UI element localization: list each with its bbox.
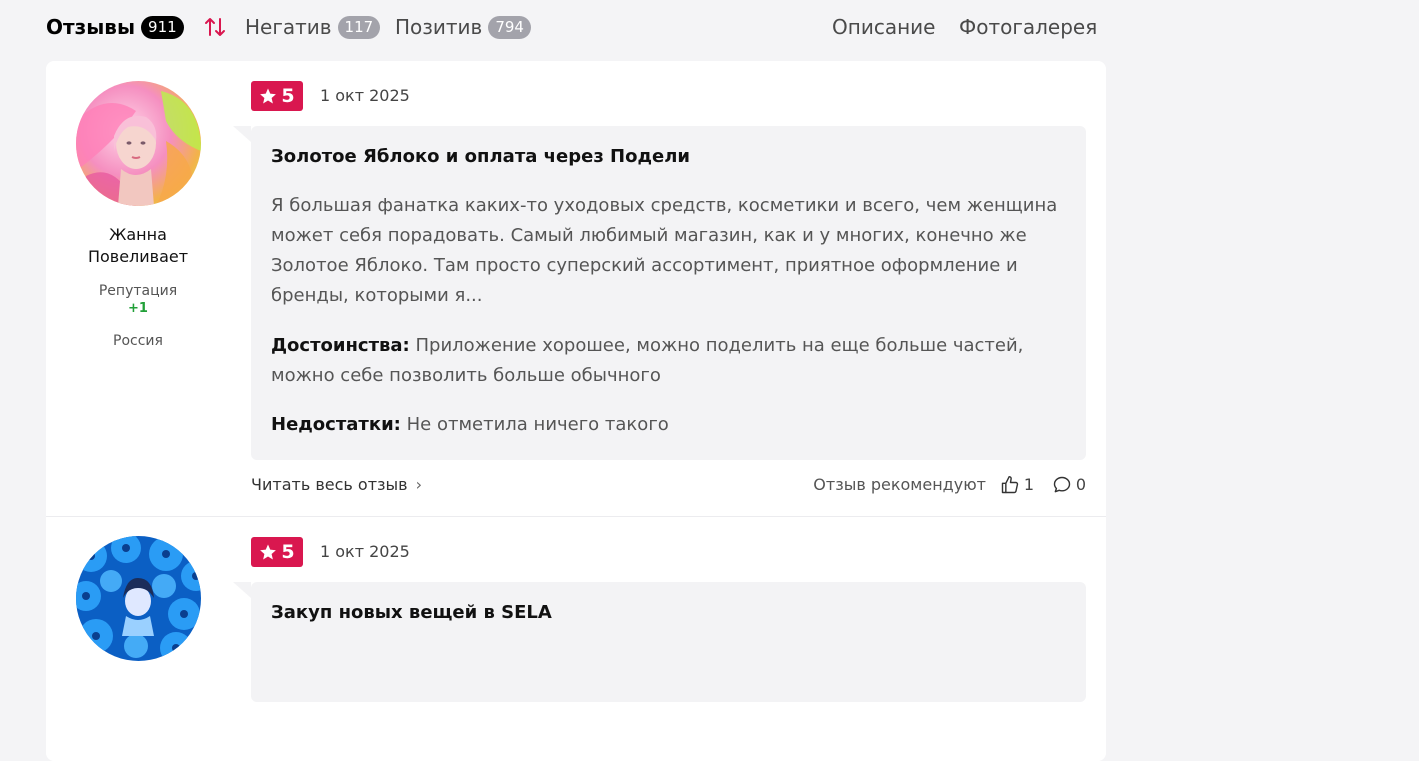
avatar[interactable] [76, 536, 201, 661]
likes-count: 1 [1023, 475, 1034, 494]
tab-description-label: Описание [832, 15, 936, 39]
author-name[interactable]: Жанна Повеливает [46, 224, 230, 268]
tab-reviews[interactable]: Отзывы 911 [46, 12, 184, 42]
review-footer: Читать весь отзыв › Отзыв рекомендуют 1 0 [251, 473, 1086, 497]
review-pros: Достоинства: Приложение хорошее, можно п… [271, 331, 1061, 391]
tab-gallery[interactable]: Фотогалерея [959, 12, 1097, 42]
author-name-line: Повеливает [87, 247, 189, 266]
rating-badge: 5 [251, 81, 303, 111]
review-cons: Недостатки: Не отметила ничего такого [271, 410, 1061, 440]
tab-positive[interactable]: Позитив 794 [395, 12, 531, 42]
reviews-count-badge: 911 [141, 15, 184, 39]
review-title[interactable]: Закуп новых вещей в SELA [271, 602, 552, 623]
cons-text: Не отметила ничего такого [406, 414, 669, 435]
avatar[interactable] [76, 81, 201, 206]
rating-badge: 5 [251, 537, 303, 567]
sort-icon[interactable] [203, 15, 227, 39]
tab-description[interactable]: Описание [832, 12, 935, 42]
review-title[interactable]: Золотое Яблоко и оплата через Подели [271, 146, 690, 167]
tab-negative-label: Негатив [245, 15, 332, 39]
review-date: 1 окт 2025 [320, 542, 410, 561]
star-icon [260, 544, 277, 560]
tab-positive-label: Позитив [395, 15, 483, 39]
positive-count-badge: 794 [488, 15, 531, 39]
review-text: Я большая фанатка каких-то уходовых сред… [271, 195, 1058, 306]
rating-value: 5 [281, 85, 295, 107]
tab-reviews-label: Отзывы [46, 15, 136, 39]
comments-button[interactable]: 0 [1052, 473, 1086, 497]
recommend-label: Отзыв рекомендуют [813, 475, 986, 494]
reputation-label: Репутация [98, 283, 178, 299]
reputation-value: +1 [128, 301, 148, 316]
like-button[interactable]: 1 [1000, 473, 1034, 497]
review-tabs: Отзывы 911 Негатив 117 Позитив 794 Описа… [46, 12, 1106, 42]
chevron-right-icon: › [415, 475, 422, 494]
tab-negative[interactable]: Негатив 117 [245, 12, 381, 42]
review-content: Закуп новых вещей в SELA [233, 582, 1086, 702]
reviews-list: Жанна Повеливает Репутация +1 Россия 5 1… [46, 61, 1106, 761]
review-card: 5 1 окт 2025 Закуп новых вещей в SELA [46, 517, 1106, 757]
review-date: 1 окт 2025 [320, 86, 410, 105]
read-full-review-link[interactable]: Читать весь отзыв › [251, 473, 422, 497]
tab-gallery-label: Фотогалерея [959, 15, 1098, 39]
review-content: Золотое Яблоко и оплата через Подели Я б… [233, 126, 1086, 460]
pros-label: Достоинства: [271, 335, 410, 356]
negative-count-badge: 117 [337, 15, 381, 39]
comments-count: 0 [1075, 475, 1086, 494]
review-card: Жанна Повеливает Репутация +1 Россия 5 1… [46, 61, 1106, 516]
thumbs-up-icon [1001, 475, 1018, 494]
cons-label: Недостатки: [271, 414, 401, 435]
author-country: Россия [113, 333, 163, 349]
author-name-line: Жанна [109, 225, 167, 244]
rating-value: 5 [281, 541, 295, 563]
read-more-label: Читать весь отзыв [251, 475, 408, 494]
comment-icon [1053, 476, 1071, 493]
star-icon [260, 88, 277, 104]
author-info: Жанна Повеливает Репутация +1 Россия [46, 224, 230, 350]
